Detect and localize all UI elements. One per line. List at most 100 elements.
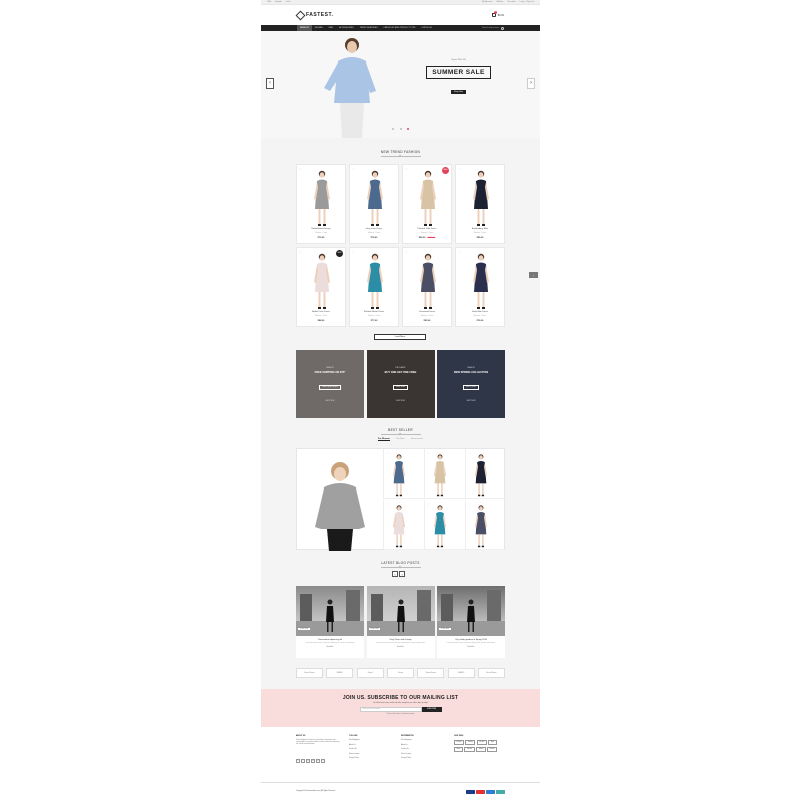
tab-accessories[interactable]: Accessories: [411, 438, 423, 440]
banner-button[interactable]: SHOP NOW ORDER: [319, 385, 341, 390]
blog-post-card[interactable]: 25 Dec 2016 City Guide gardens in Spring …: [437, 586, 505, 658]
slider-dot-active[interactable]: [406, 128, 409, 130]
login-link[interactable]: Log In / Sign Up: [520, 1, 534, 3]
wishlist-heart-icon[interactable]: ♡: [468, 502, 471, 506]
tag-link[interactable]: Shoes: [454, 746, 463, 752]
product-card[interactable]: ♡ Satin Mini Dress Women - Dress $76.00: [455, 247, 505, 327]
product-name[interactable]: Embellished Jersey: [297, 228, 345, 230]
promo-banner[interactable]: FASHION NEW SPRING COLLECTION BUY IT NOW SH…: [437, 350, 505, 418]
footer-link[interactable]: About Us: [349, 745, 360, 746]
product-card[interactable]: ♡ SALE Pleated Tulle Dress Women - Dress $85…: [402, 164, 452, 244]
banner-more-link[interactable]: SHOP NOW: [367, 401, 435, 402]
read-more-link[interactable]: Read More: [296, 647, 364, 648]
bestseller-item[interactable]: ♡: [383, 449, 424, 499]
prev-slide-button[interactable]: ‹: [266, 78, 274, 89]
brand-logo[interactable]: BRAND: [326, 668, 354, 678]
social-icon[interactable]: p: [316, 758, 320, 763]
footer-link[interactable]: Contact Us: [349, 749, 360, 750]
footer-link[interactable]: Site Navigation: [349, 740, 360, 741]
search-icon[interactable]: [501, 26, 504, 30]
bestseller-item[interactable]: ♡: [465, 449, 506, 499]
bestseller-item[interactable]: ♡: [424, 449, 465, 499]
social-icon[interactable]: in: [311, 758, 315, 763]
bestseller-item[interactable]: ♡: [383, 500, 424, 550]
product-card[interactable]: ♡ Embroidery Skirt Women - Dress $89.00: [455, 164, 505, 244]
wishlist-heart-icon[interactable]: ♡: [386, 451, 389, 455]
brand-logo[interactable]: BRAND: [447, 668, 475, 678]
promo-banner[interactable]: FASHION FREE SHIPPING ON $75* SHOP NOW ORD…: [296, 350, 364, 418]
blog-post-image[interactable]: 25 Dec 2016: [296, 586, 364, 636]
wishlist-heart-icon[interactable]: ♡: [458, 250, 461, 254]
slider-dot[interactable]: [392, 128, 395, 130]
blog-post-title[interactable]: Consectetur adipiscing elit: [296, 639, 364, 641]
wishlist-heart-icon[interactable]: ♡: [386, 502, 389, 506]
newsletter-email-input[interactable]: Enter your email address: [359, 707, 422, 712]
featured-product-image[interactable]: [297, 449, 383, 551]
tag-link[interactable]: Bags: [488, 740, 497, 745]
search-input[interactable]: Search entire store: [482, 27, 499, 29]
brand-logo[interactable]: Brand Name: [296, 668, 323, 678]
blog-post-title[interactable]: City Guide gardens in Spring 2016: [437, 639, 505, 641]
wishlist-heart-icon[interactable]: ♡: [427, 451, 430, 455]
product-card[interactable]: ♡ Grey Lace Dress Women - Dress $78.00: [349, 164, 399, 244]
blog-post-card[interactable]: 25 Dec 2016 Consectetur adipiscing elit Lo…: [296, 586, 364, 658]
product-name[interactable]: Printed Skater Dress: [350, 311, 398, 313]
social-icon[interactable]: v: [321, 758, 325, 763]
wishlist-heart-icon[interactable]: ♡: [458, 167, 461, 171]
currency-switcher[interactable]: USD: [267, 1, 271, 3]
product-name[interactable]: Oversized Dress: [403, 311, 451, 313]
wishlist-heart-icon[interactable]: ♡: [352, 250, 355, 254]
tag-link[interactable]: Jewelry: [465, 740, 476, 745]
wishlist-heart-icon[interactable]: ♡: [427, 502, 430, 506]
read-more-link[interactable]: Read More: [437, 647, 505, 648]
footer-link[interactable]: About Us: [401, 745, 414, 746]
banner-more-link[interactable]: SHOP NOW: [437, 401, 505, 402]
footer-link[interactable]: Privacy Policy: [349, 758, 360, 759]
product-card[interactable]: ♡ NEW Bridal Tunic Dress Women - Dress $88.0…: [296, 247, 346, 327]
product-name[interactable]: Embroidery Skirt: [456, 228, 504, 230]
social-icon[interactable]: g: [306, 758, 310, 763]
social-icon[interactable]: t: [301, 758, 305, 763]
blog-post-title[interactable]: Party Times with Family: [367, 639, 435, 641]
product-name[interactable]: Satin Mini Dress: [456, 311, 504, 313]
tag-link[interactable]: Jackets: [476, 746, 486, 752]
product-card[interactable]: ♡ Oversized Dress Women - Dress $95.00: [402, 247, 452, 327]
social-icon[interactable]: f: [296, 758, 300, 763]
product-card[interactable]: ♡ Embellished Jersey Women - Tops $75.00: [296, 164, 346, 244]
my-account-link[interactable]: My Account: [482, 1, 492, 3]
blog-post-card[interactable]: 25 Dec 2016 Party Times with Family Lorem …: [366, 586, 435, 658]
wishlist-heart-icon[interactable]: ♡: [405, 250, 408, 254]
bestseller-item[interactable]: ♡: [424, 500, 465, 550]
tag-link[interactable]: Women: [487, 746, 498, 752]
footer-link[interactable]: Store Location: [401, 754, 414, 755]
search-box[interactable]: Search entire store: [482, 26, 504, 30]
wishlist-heart-icon[interactable]: ♡: [468, 451, 471, 455]
blog-post-image[interactable]: 25 Dec 2016: [366, 586, 435, 636]
cart-button[interactable]: 0 $0.00: [491, 11, 504, 17]
wishlist-heart-icon[interactable]: ♡: [352, 167, 355, 171]
checkout-link[interactable]: Checkout: [507, 1, 515, 3]
footer-link[interactable]: Privacy Policy: [401, 758, 414, 759]
logo[interactable]: FASTEST.: [295, 10, 333, 20]
brand-logo[interactable]: Brand: [356, 668, 384, 678]
wishlist-heart-icon[interactable]: ♡: [299, 167, 302, 171]
tab-for-women[interactable]: For Women: [377, 438, 390, 441]
next-slide-button[interactable]: ›: [527, 78, 535, 89]
links-menu[interactable]: Links: [286, 1, 291, 3]
tab-for-men[interactable]: For Men: [397, 438, 405, 440]
side-panel-toggle[interactable]: ‹: [529, 272, 538, 278]
wishlist-heart-icon[interactable]: ♡: [405, 167, 408, 171]
product-name[interactable]: Pleated Tulle Dress: [403, 228, 451, 230]
tag-link[interactable]: For Men: [476, 740, 487, 745]
blog-post-image[interactable]: 25 Dec 2016: [437, 586, 505, 636]
brand-logo[interactable]: Brand: [386, 668, 414, 678]
blog-prev-button[interactable]: ‹: [392, 571, 398, 577]
shop-now-button[interactable]: Shop Now: [450, 90, 467, 94]
tag-link[interactable]: Fashion: [454, 740, 464, 745]
read-more-link[interactable]: Read More: [367, 647, 435, 648]
footer-link[interactable]: Site Navigation: [401, 740, 414, 741]
wishlist-link[interactable]: Wishlist: [496, 1, 503, 3]
brand-logo[interactable]: Brand Name: [477, 668, 505, 678]
tag-link[interactable]: Dresses: [464, 746, 475, 752]
language-switcher[interactable]: English: [275, 1, 282, 3]
